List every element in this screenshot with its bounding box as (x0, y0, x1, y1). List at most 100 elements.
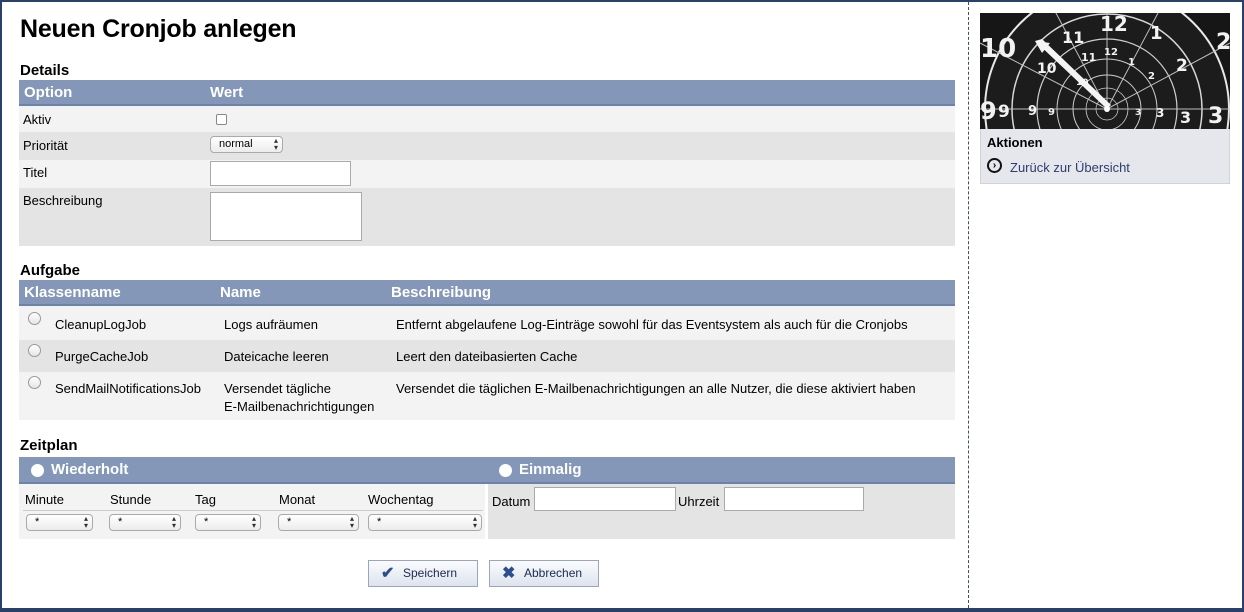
svg-text:1: 1 (1150, 23, 1163, 44)
col-value-header: Wert (210, 84, 244, 101)
svg-text:9: 9 (1048, 107, 1055, 118)
svg-text:3: 3 (1180, 108, 1191, 127)
stunde-label: Stunde (110, 492, 152, 507)
close-icon: ✖ (502, 565, 516, 582)
divider (23, 510, 483, 511)
select-arrows-icon: ▴ ▾ (171, 514, 176, 530)
select-arrows-icon: ▴ ▾ (349, 514, 354, 530)
page-title: Neuen Cronjob anlegen (20, 15, 297, 43)
clock-illustration: 10 12 1 2 9 3 11 10 2 9 3 11 12 1 2 9 3 (980, 13, 1230, 129)
svg-text:12: 12 (1100, 13, 1128, 36)
einmalig-label: Einmalig (519, 461, 582, 478)
col-class-header: Klassenname (24, 284, 121, 301)
wochentag-label: Wochentag (368, 492, 434, 507)
datum-label: Datum (492, 494, 531, 509)
select-arrows-icon: ▴ ▾ (83, 514, 88, 530)
wiederholt-panel: Minute Stunde Tag Monat Wochentag * ▴ ▾ *… (19, 484, 485, 539)
prioritaet-label: Priorität (23, 138, 68, 153)
job-name: Dateicache leeren (224, 349, 329, 364)
aktiv-label: Aktiv (23, 112, 52, 127)
svg-text:3: 3 (1135, 108, 1141, 118)
wiederholt-radio[interactable] (31, 464, 44, 477)
stunde-select[interactable]: * ▴ ▾ (109, 514, 181, 531)
col-option-header: Option (24, 84, 73, 101)
job-desc: Leert den dateibasierten Cache (396, 349, 578, 364)
monat-label: Monat (279, 492, 316, 507)
tag-label: Tag (195, 492, 216, 507)
svg-text:11: 11 (1062, 28, 1084, 47)
table-row[interactable]: SendMailNotificationsJob Versendet tägli… (19, 372, 955, 420)
minute-value: * (35, 516, 40, 528)
svg-text:1: 1 (1128, 57, 1135, 68)
einmalig-panel: Datum Uhrzeit (488, 484, 955, 539)
row-titel: Titel (19, 160, 955, 188)
svg-text:11: 11 (1081, 51, 1096, 64)
aufgabe-table-header: Klassenname Name Beschreibung (19, 280, 955, 306)
svg-text:10: 10 (1037, 61, 1057, 77)
svg-text:9: 9 (1028, 104, 1037, 119)
actions-title: Aktionen (987, 135, 1043, 150)
titel-label: Titel (23, 165, 48, 180)
cancel-button[interactable]: ✖ Abbrechen (489, 560, 599, 587)
minute-select[interactable]: * ▴ ▾ (26, 514, 93, 531)
job-radio[interactable] (28, 376, 41, 389)
clock-number-10: 10 (980, 34, 1016, 64)
details-table: Option Wert Aktiv Priorität normal ▴ ▾ Ti… (19, 80, 955, 246)
save-button[interactable]: ✔ Speichern (368, 560, 478, 587)
job-class: SendMailNotificationsJob (55, 381, 201, 396)
page-frame: Neuen Cronjob anlegen Details Option Wer… (2, 2, 1242, 608)
monat-select[interactable]: * ▴ ▾ (278, 514, 359, 531)
tag-select[interactable]: * ▴ ▾ (195, 514, 261, 531)
cancel-button-label: Abbrechen (524, 566, 583, 580)
wochentag-select[interactable]: * ▴ ▾ (368, 514, 482, 531)
col-name-header: Name (220, 284, 261, 301)
datum-input[interactable] (534, 487, 676, 511)
main-content: Neuen Cronjob anlegen Details Option Wer… (2, 2, 968, 608)
select-arrows-icon: ▴ ▾ (472, 514, 477, 530)
titel-input[interactable] (210, 161, 351, 186)
circle-arrow-right-icon[interactable]: › (987, 158, 1002, 173)
sidebar-divider (968, 2, 969, 608)
sidebar: 10 12 1 2 9 3 11 10 2 9 3 11 12 1 2 9 3 (980, 13, 1230, 184)
job-desc: Versendet die täglichen E-Mailbenachrich… (396, 381, 916, 396)
table-row[interactable]: CleanupLogJob Logs aufräumen Entfernt ab… (19, 306, 955, 340)
svg-text:3: 3 (1156, 106, 1164, 120)
row-prioritaet: Priorität normal ▴ ▾ (19, 132, 955, 160)
monat-value: * (287, 516, 292, 528)
job-name: Logs aufräumen (224, 317, 318, 332)
prioritaet-select[interactable]: normal ▴ ▾ (210, 136, 283, 153)
back-to-overview-link[interactable]: Zurück zur Übersicht (1010, 160, 1130, 175)
select-arrows-icon: ▴ ▾ (273, 136, 278, 152)
wochentag-value: * (377, 516, 382, 528)
minute-label: Minute (25, 492, 65, 507)
job-name-line2: E-Mailbenachrichtigungen (224, 399, 375, 414)
details-table-header: Option Wert (19, 80, 955, 106)
aufgabe-table: Klassenname Name Beschreibung CleanupLog… (19, 280, 955, 420)
actions-panel: Aktionen › Zurück zur Übersicht (980, 129, 1230, 184)
beschreibung-textarea[interactable] (210, 192, 362, 241)
aufgabe-heading: Aufgabe (20, 262, 80, 279)
save-button-label: Speichern (403, 566, 458, 580)
job-radio[interactable] (28, 312, 41, 325)
wiederholt-label: Wiederholt (51, 461, 129, 478)
job-radio[interactable] (28, 344, 41, 357)
zeitplan-heading: Zeitplan (20, 437, 78, 454)
zeitplan-table: Wiederholt Einmalig Minute Stunde Tag Mo… (19, 457, 955, 539)
table-row[interactable]: PurgeCacheJob Dateicache leeren Leert de… (19, 340, 955, 372)
row-beschreibung: Beschreibung (19, 188, 955, 246)
checkmark-icon: ✔ (381, 565, 395, 582)
select-arrows-icon: ▴ ▾ (251, 514, 256, 530)
beschreibung-label: Beschreibung (23, 193, 103, 208)
col-desc-header: Beschreibung (391, 284, 492, 301)
uhrzeit-label: Uhrzeit (678, 494, 720, 509)
job-name-line1: Versendet tägliche (224, 381, 331, 396)
svg-text:9: 9 (998, 102, 1010, 122)
uhrzeit-input[interactable] (724, 487, 864, 511)
svg-text:2: 2 (1148, 71, 1155, 82)
aktiv-checkbox[interactable] (216, 114, 227, 125)
job-desc: Entfernt abgelaufene Log-Einträge sowohl… (396, 317, 908, 332)
svg-text:9: 9 (980, 97, 997, 125)
einmalig-radio[interactable] (499, 464, 512, 477)
svg-text:3: 3 (1208, 104, 1223, 129)
job-class: CleanupLogJob (55, 317, 147, 332)
